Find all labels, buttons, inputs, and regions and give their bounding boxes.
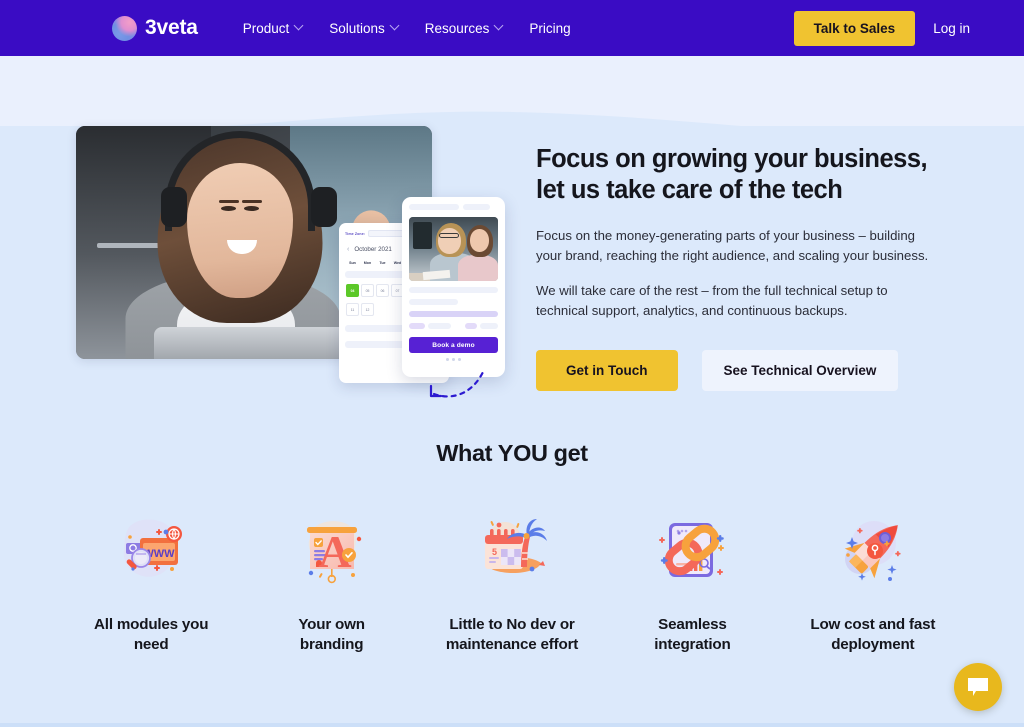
feature-card-your-own-branding: A Your own branding	[250, 507, 412, 655]
demo-chip	[464, 323, 478, 329]
features-grid: WWW All modules you need A Your own bran…	[0, 507, 1024, 655]
calendar-month-label: October 2021	[354, 246, 392, 253]
feature-label-your-own-branding: Your own branding	[298, 616, 365, 653]
demo-placeholder-line-accent	[409, 311, 498, 317]
decorative-arrow	[429, 368, 486, 398]
nav-item-solutions-label: Solutions	[329, 20, 385, 36]
book-demo-card[interactable]: Book a demo	[402, 197, 505, 377]
demo-placeholder-line	[409, 299, 458, 305]
hero-title: Focus on growing your business, let us t…	[536, 145, 928, 205]
login-link[interactable]: Log in	[929, 15, 974, 42]
calendar-palm-tree-icon: 5	[469, 507, 555, 593]
see-technical-overview-button[interactable]: See Technical Overview	[701, 350, 899, 392]
weekday-tue: Tue	[379, 261, 386, 265]
hero-paragraph-1: Focus on the money-generating parts of y…	[536, 228, 929, 264]
landing-page: 3veta Product Solutions Resources Pricin…	[0, 0, 1024, 727]
talk-to-sales-button[interactable]: Talk to Sales	[793, 10, 916, 46]
demo-chip	[480, 323, 498, 329]
nav-item-product-label: Product	[242, 20, 290, 36]
thumb-wall-picture	[412, 222, 433, 249]
hero-cta-row: Get in Touch See Technical Overview	[536, 350, 936, 392]
chevron-down-icon	[391, 22, 399, 30]
features-section: What YOU get WWW All modules you need A …	[0, 440, 1024, 655]
feature-label-all-modules: All modules you need	[94, 616, 209, 653]
chat-bubble-icon	[968, 678, 988, 696]
rocket-launch-icon	[830, 507, 916, 593]
demo-chip	[428, 323, 452, 329]
calendar-prev-icon[interactable]: ‹	[347, 246, 349, 253]
top-navigation-bar: 3veta Product Solutions Resources Pricin…	[0, 0, 1024, 56]
demo-placeholder-line	[409, 287, 498, 293]
demo-card-thumbnail	[409, 217, 498, 281]
calendar-day[interactable]: 06	[376, 284, 389, 297]
www-browser-search-icon: WWW	[108, 507, 194, 593]
nav-actions: Talk to Sales Log in	[793, 10, 974, 46]
brand-logo[interactable]: 3veta	[112, 15, 198, 41]
demo-card-top-row	[409, 204, 498, 210]
footer-divider	[0, 723, 1024, 727]
nav-links: Product Solutions Resources Pricing	[230, 13, 584, 44]
chevron-down-icon	[495, 22, 503, 30]
calendar-day[interactable]: 12	[361, 303, 374, 316]
weekday-sun: Sun	[349, 261, 356, 265]
demo-chip-row	[409, 323, 498, 329]
nav-item-pricing[interactable]: Pricing	[516, 13, 583, 44]
photo-headset-cup-left	[161, 186, 188, 227]
photo-laptop	[154, 327, 354, 359]
hero-section: Time Zone: ‹ October 2021 Sun Mon Tue We…	[0, 126, 1024, 426]
feature-card-all-modules: WWW All modules you need	[70, 507, 232, 655]
feature-label-seamless-integration: Seamless integration	[654, 616, 731, 653]
chat-widget-button[interactable]	[954, 663, 1002, 711]
hero-visual: Time Zone: ‹ October 2021 Sun Mon Tue We…	[76, 126, 516, 398]
chevron-down-icon	[295, 22, 303, 30]
calendar-day-selected[interactable]: 04	[346, 284, 359, 297]
feature-card-seamless-integration: Seamless integration	[611, 507, 773, 655]
thumb-person2-body	[458, 255, 498, 281]
calendar-day[interactable]: 11	[346, 303, 359, 316]
get-in-touch-button[interactable]: Get in Touch	[536, 350, 678, 392]
thumb-person1-glasses	[439, 233, 460, 238]
logo-circle-icon	[112, 15, 137, 41]
branding-letter-a-icon: A	[289, 507, 375, 593]
feature-card-little-to-no-dev: 5 Little to No dev or maintenance effort	[431, 507, 593, 655]
demo-placeholder-pill	[409, 204, 459, 210]
chain-link-integration-icon	[649, 507, 735, 593]
nav-item-pricing-label: Pricing	[529, 20, 571, 36]
book-a-demo-button[interactable]: Book a demo	[409, 337, 498, 353]
hero-paragraph-2: We will take care of the rest – from the…	[536, 283, 888, 319]
feature-card-low-cost-fast-deployment: Low cost and fast deployment	[792, 507, 954, 655]
weekday-mon: Mon	[363, 261, 372, 265]
photo-headset-cup-right	[310, 186, 337, 227]
nav-item-product[interactable]: Product	[230, 13, 317, 44]
svg-text:5: 5	[492, 547, 497, 557]
hero-copy: Focus on growing your business, let us t…	[536, 144, 936, 392]
calendar-day[interactable]: 05	[361, 284, 374, 297]
timezone-label: Time Zone:	[345, 231, 366, 236]
logo-text: 3veta	[145, 16, 198, 39]
feature-label-low-cost-fast-deployment: Low cost and fast deployment	[810, 616, 936, 653]
photo-smile	[227, 240, 258, 255]
nav-item-resources-label: Resources	[424, 20, 490, 36]
thumb-person2-face	[470, 229, 490, 253]
thumb-person1-face	[438, 227, 462, 254]
feature-label-little-to-no-dev: Little to No dev or maintenance effort	[445, 616, 579, 653]
nav-item-resources[interactable]: Resources	[412, 13, 517, 44]
nav-item-solutions[interactable]: Solutions	[316, 13, 412, 44]
demo-chip	[409, 323, 426, 329]
demo-placeholder-pill	[462, 204, 490, 210]
features-title: What YOU get	[436, 440, 588, 466]
